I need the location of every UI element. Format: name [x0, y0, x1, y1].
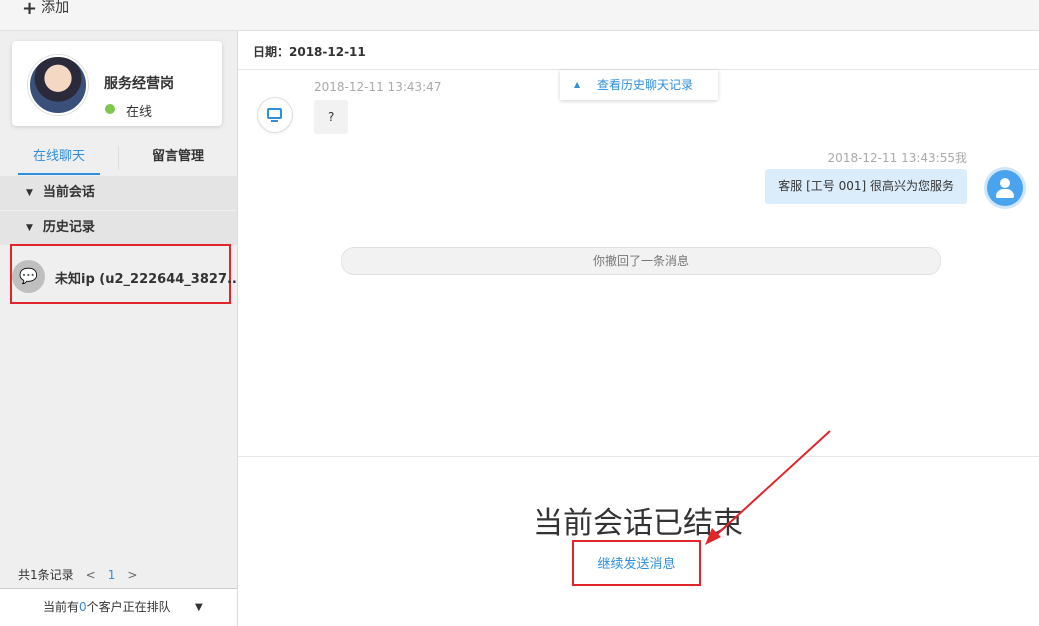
visitor-avatar	[258, 98, 292, 132]
section-current-sessions[interactable]: ▼ 当前会话	[0, 176, 237, 210]
queue-count: 0	[79, 600, 87, 614]
queue-status-bar[interactable]: 当前有0个客户正在排队 ▼	[0, 588, 237, 626]
monitor-icon	[267, 108, 282, 119]
session-ended-text: 当前会话已结束	[533, 506, 743, 541]
add-button-label: 添加	[41, 0, 70, 16]
section-history[interactable]: ▼ 历史记录	[0, 211, 237, 245]
add-button[interactable]: + 添加	[22, 0, 69, 17]
sidebar: 服务经营岗 在线 在线聊天 留言管理 ▼ 当前会话 ▼ 历史记录 💬 未知ip (u…	[0, 31, 242, 626]
next-page-button[interactable]: >	[127, 568, 137, 582]
session-title: 未知ip (u2_222644_3827...	[55, 272, 242, 287]
recall-notice: 你撤回了一条消息	[341, 247, 941, 275]
date-bar: 日期：2018-12-11	[238, 31, 1039, 70]
avatar	[28, 55, 88, 115]
dropdown-icon[interactable]: ▼	[195, 589, 203, 626]
agent-avatar-icon	[987, 170, 1023, 206]
prev-page-button[interactable]: <	[86, 568, 96, 582]
tab-online-chat[interactable]: 在线聊天	[18, 143, 100, 175]
agent-message: 客服 [工号 001] 很高兴为您服务	[765, 169, 967, 204]
current-page[interactable]: 1	[108, 568, 116, 582]
sidebar-tabs: 在线聊天 留言管理	[0, 143, 237, 175]
tab-message-management[interactable]: 留言管理	[120, 143, 236, 173]
chat-panel: 日期：2018-12-11 2018-12-11 13:43:47 ▲ 查看历史…	[238, 31, 1039, 626]
chat-bubble-icon: 💬	[12, 260, 45, 293]
view-history-label: 查看历史聊天记录	[597, 78, 694, 92]
agent-message-time: 2018-12-11 13:43:55我	[827, 151, 967, 165]
session-list-item[interactable]: 💬 未知ip (u2_222644_3827...	[10, 244, 242, 304]
pager: 共1条记录 < 1 >	[18, 566, 137, 583]
input-divider	[238, 456, 1039, 457]
visitor-message-time: 2018-12-11 13:43:47	[314, 80, 442, 94]
online-status-icon	[105, 104, 115, 114]
chat-date: 日期：2018-12-11	[253, 45, 366, 59]
record-count: 共1条记录	[18, 568, 74, 582]
plus-icon: +	[22, 0, 38, 19]
section-history-label: 历史记录	[42, 220, 95, 235]
view-history-button[interactable]: ▲ 查看历史聊天记录	[560, 70, 718, 100]
visitor-message: ?	[314, 100, 349, 134]
tab-divider	[118, 146, 119, 170]
queue-text: 当前有0个客户正在排队	[43, 600, 171, 614]
agent-name: 服务经营岗	[104, 76, 174, 92]
profile-card: 服务经营岗 在线	[12, 41, 222, 126]
status-text[interactable]: 在线	[126, 101, 152, 120]
caret-down-icon: ▼	[26, 223, 33, 233]
top-toolbar: + 添加	[0, 0, 1039, 31]
continue-sending-button[interactable]: 继续发送消息	[572, 540, 701, 586]
caret-down-icon: ▼	[26, 188, 33, 198]
caret-up-icon: ▲	[574, 80, 581, 89]
section-current-label: 当前会话	[42, 185, 95, 200]
